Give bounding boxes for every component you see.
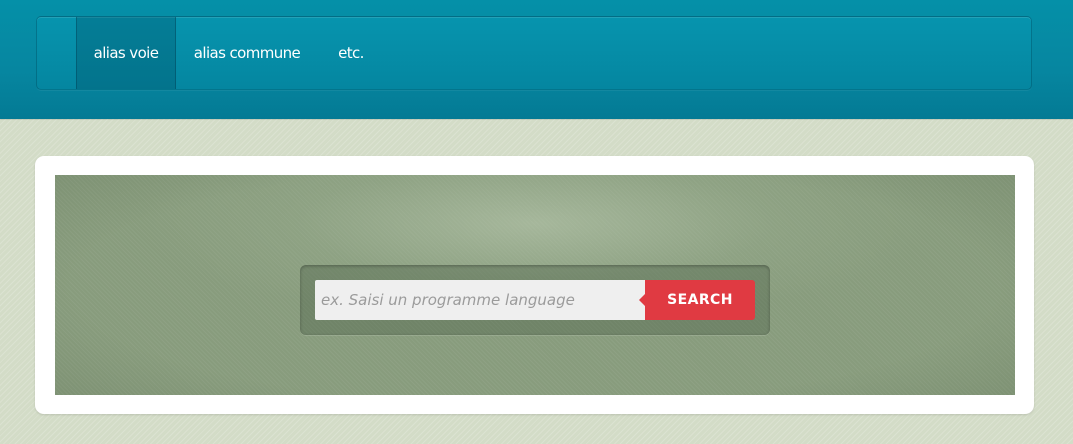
- nav-item-alias-commune[interactable]: alias commune: [188, 17, 306, 89]
- search-input[interactable]: [315, 280, 646, 320]
- hero-banner: SEARCH: [55, 175, 1015, 395]
- search-button[interactable]: SEARCH: [639, 280, 755, 320]
- nav-item-alias-voie[interactable]: alias voie: [76, 17, 176, 89]
- nav-item-label: etc.: [338, 44, 364, 62]
- search-button-label: SEARCH: [667, 292, 733, 308]
- nav-item-etc[interactable]: etc.: [326, 17, 376, 89]
- top-header: alias voie alias commune etc.: [0, 0, 1073, 119]
- main-nav: alias voie alias commune etc.: [36, 16, 1032, 90]
- nav-item-label: alias commune: [193, 44, 301, 62]
- content-panel: SEARCH: [35, 156, 1034, 414]
- search-form: SEARCH: [300, 265, 770, 335]
- nav-item-label: alias voie: [93, 44, 159, 62]
